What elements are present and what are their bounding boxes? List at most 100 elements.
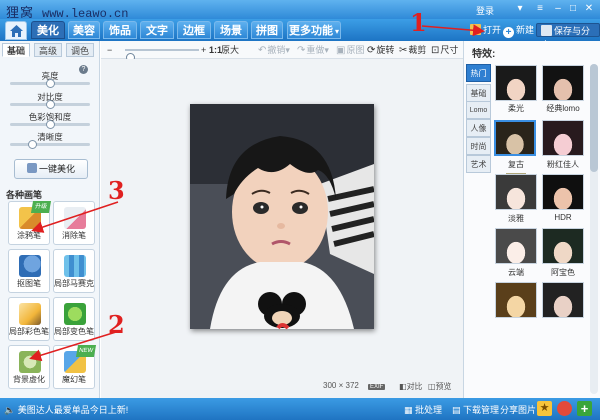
chevron-down-icon: ▾ <box>324 45 329 55</box>
new-button[interactable]: + 新建 <box>503 23 535 38</box>
brush-mosaic[interactable]: 局部马赛克 <box>53 249 95 293</box>
brush-magic[interactable]: NEW 魔幻笔 <box>53 345 97 389</box>
effect-tab-basic[interactable]: 基础 <box>466 84 491 102</box>
undo-label: 撤销 <box>267 45 286 55</box>
star-icon[interactable]: ★ <box>537 401 552 416</box>
tab-frame[interactable]: 边框 <box>177 21 211 39</box>
effect-tab-portrait[interactable]: 人像 <box>466 119 491 137</box>
crop-label: 裁剪 <box>408 45 427 55</box>
original-label: 原图 <box>346 45 365 55</box>
effect-thumb-classic-lomo[interactable] <box>542 65 584 101</box>
image-canvas[interactable]: 300 × 372 EXIF ◧对比 ◫预览 <box>101 59 463 398</box>
resize-button[interactable]: ⊡尺寸 <box>431 44 458 56</box>
sharpness-slider[interactable] <box>10 140 90 149</box>
contrast-slider[interactable] <box>10 100 90 109</box>
contrast-thumb[interactable] <box>46 100 55 109</box>
skin-icon[interactable]: ▾ <box>514 3 526 15</box>
home-tab[interactable] <box>5 21 27 40</box>
sharpness-thumb[interactable] <box>28 140 37 149</box>
effect-thumb-10[interactable] <box>542 282 584 318</box>
menu-icon[interactable]: ≡ <box>534 3 546 15</box>
chevron-down-icon: ▾ <box>285 45 290 55</box>
tab-more-functions[interactable]: 更多功能 ▾ <box>287 21 341 39</box>
login-link[interactable]: 登录 <box>476 4 494 17</box>
save-share-button[interactable]: 保存与分享 <box>536 23 600 50</box>
effect-thumb-9[interactable] <box>495 282 537 318</box>
tab-face[interactable]: 美容 <box>68 21 100 39</box>
child-photo[interactable] <box>190 104 374 329</box>
effect-thumb-hdr[interactable] <box>542 174 584 210</box>
download-manager-button[interactable]: ▤ 下载管理 <box>452 403 499 416</box>
title-bar: 狸窝 www.leawo.cn 登录 ▾ ≡ – □ ✕ <box>0 0 600 21</box>
rotate-label: 旋转 <box>376 45 395 55</box>
crop-icon: ✂ <box>399 45 408 56</box>
undo-button[interactable]: ↶撤销▾ <box>258 44 290 56</box>
brush-eraser[interactable]: 消除笔 <box>53 201 95 245</box>
open-button[interactable]: 打开 <box>470 23 501 37</box>
speaker-icon: 🔈 <box>4 405 16 415</box>
recolor-icon <box>64 303 86 325</box>
effect-thumb-retro[interactable] <box>494 120 536 156</box>
weibo-icon[interactable] <box>557 401 572 416</box>
one-key-beautify-button[interactable]: 一键美化 <box>14 159 88 179</box>
news-ticker[interactable]: 🔈 美图达人最爱单品今日上新! <box>4 403 128 416</box>
effect-thumb-soft-light[interactable] <box>495 65 537 101</box>
brush-recolor-label: 局部变色笔 <box>54 327 94 336</box>
zoom-in-icon[interactable]: + <box>201 44 206 56</box>
rotate-button[interactable]: ⟳旋转 <box>367 44 394 56</box>
brush-color[interactable]: 局部彩色笔 <box>8 297 50 341</box>
effects-scroll-thumb[interactable] <box>590 64 598 172</box>
brightness-thumb[interactable] <box>46 79 55 88</box>
saturation-thumb[interactable] <box>46 120 55 129</box>
brush-cutout[interactable]: 抠图笔 <box>8 249 50 293</box>
batch-button[interactable]: ▦ 批处理 <box>404 403 442 416</box>
share-image-button[interactable]: 分享图片 <box>500 403 536 416</box>
tab-collage[interactable]: 拼图 <box>251 21 283 39</box>
eraser-icon <box>64 207 86 229</box>
exif-button[interactable]: EXIF <box>368 381 386 390</box>
effect-tab-fashion[interactable]: 时尚 <box>466 137 491 155</box>
compare-label: 对比 <box>406 382 423 391</box>
sharpness-label: 清晰度 <box>37 132 63 142</box>
batch-label: 批处理 <box>415 405 443 415</box>
tab-beautify[interactable]: 美化 <box>31 21 65 39</box>
brightness-slider[interactable] <box>10 79 90 88</box>
subtab-advanced[interactable]: 高级 <box>34 43 62 57</box>
brush-heading: 各种画笔 <box>6 190 43 200</box>
image-height: 372 <box>345 381 359 390</box>
download-label: 下载管理 <box>463 405 500 415</box>
effect-label-classic-lomo: 经典lomo <box>546 104 580 113</box>
brush-background-blur[interactable]: 背景虚化 <box>8 345 50 389</box>
tab-scene[interactable]: 场景 <box>214 21 248 39</box>
add-icon[interactable]: + <box>577 401 592 416</box>
brush-recolor[interactable]: 局部变色笔 <box>53 297 95 341</box>
preview-button[interactable]: ◫预览 <box>428 381 452 392</box>
main-menu-bar: 美化 美容 饰品 文字 边框 场景 拼图 更多功能▾ 打开 +新建 保存与分享 <box>0 19 600 50</box>
minimize-icon[interactable]: – <box>552 3 564 15</box>
brush-color-label: 局部彩色笔 <box>9 327 49 336</box>
subtab-basic[interactable]: 基础 <box>2 43 30 57</box>
effect-thumb-cloud[interactable] <box>495 228 537 264</box>
original-size-button[interactable]: 原大 <box>221 44 239 56</box>
effect-tab-hot[interactable]: 热门 <box>466 64 491 82</box>
zoom-out-icon[interactable]: − <box>107 44 112 56</box>
compare-button[interactable]: ◧对比 <box>399 381 423 392</box>
effect-thumb-pink-lady[interactable] <box>542 120 584 156</box>
tab-text[interactable]: 文字 <box>140 21 174 39</box>
original-button[interactable]: ▣原图 <box>336 44 364 56</box>
effect-thumb-elegant[interactable] <box>495 174 537 210</box>
crop-button[interactable]: ✂裁剪 <box>399 44 426 56</box>
maximize-icon[interactable]: □ <box>567 3 579 15</box>
zoom-slider[interactable] <box>125 49 199 62</box>
effects-scrollbar[interactable] <box>590 64 598 394</box>
close-icon[interactable]: ✕ <box>583 3 595 15</box>
left-panel: 基础 高级 调色 ? 亮度 对比度 色彩饱和度 清晰度 一键美化 各种画笔 升级… <box>0 41 100 398</box>
image-icon: ▣ <box>336 45 346 56</box>
subtab-color[interactable]: 调色 <box>66 43 94 57</box>
tab-decor[interactable]: 饰品 <box>103 21 137 39</box>
effect-thumb-abao[interactable] <box>542 228 584 264</box>
saturation-slider[interactable] <box>10 120 90 129</box>
new-label: 新建 <box>516 25 535 35</box>
brush-doodle[interactable]: 升级 涂鸦笔 <box>8 201 52 245</box>
redo-button[interactable]: ↷重做▾ <box>297 44 329 56</box>
